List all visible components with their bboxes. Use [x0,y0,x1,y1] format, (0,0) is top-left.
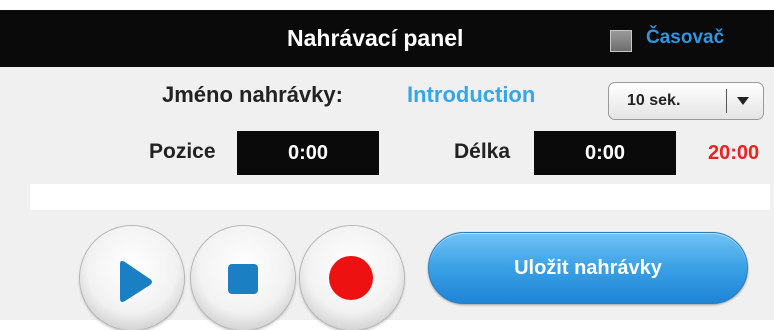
timer-label[interactable]: Časovač [646,27,724,49]
play-button[interactable] [80,226,184,330]
recording-panel: Nahrávací panel Časovač Jméno nahrávky: … [0,0,774,330]
timer-checkbox[interactable] [610,30,632,52]
recording-name-label: Jméno nahrávky: [162,82,343,107]
length-label: Délka [454,140,511,163]
panel-title: Nahrávací panel [287,25,464,51]
length-display: 0:00 [534,131,676,175]
position-display: 0:00 [237,131,379,175]
position-label: Pozice [149,140,216,163]
length-value: 0:00 [584,142,626,164]
recording-name-value[interactable]: Introduction [407,82,535,108]
select-divider [726,89,727,113]
stop-icon [228,264,258,294]
progress-bar[interactable] [30,184,770,210]
chevron-down-icon[interactable] [737,97,749,105]
top-strip [0,0,774,10]
save-recordings-label: Uložit nahrávky [514,257,662,279]
stop-button[interactable] [191,226,295,330]
save-recordings-button[interactable]: Uložit nahrávky [428,232,748,304]
record-icon [329,256,373,300]
play-icon [120,260,152,302]
max-length-value: 20:00 [708,142,760,164]
position-value: 0:00 [287,142,329,164]
record-button[interactable] [300,226,404,330]
interval-select-value: 10 sek. [627,92,681,109]
interval-select[interactable]: 10 sek. [608,82,764,120]
